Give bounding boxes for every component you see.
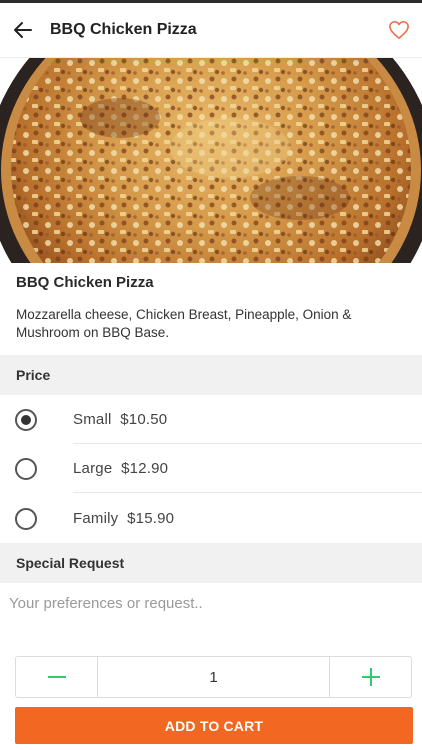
radio-button[interactable] [15,457,37,480]
option-size: Family [73,510,119,527]
heart-outline-icon [389,21,409,39]
price-option-label: Family $15.90 [73,510,174,527]
price-option-label: Small $10.50 [73,411,167,428]
radio-dot [21,414,31,425]
app-header: BBQ Chicken Pizza [0,3,422,58]
quantity-stepper: 1 [15,656,412,698]
price-section-title: Price [16,367,51,383]
option-size: Small [73,411,112,428]
favorite-button[interactable] [376,3,422,58]
price-option-label: Large $12.90 [73,460,168,477]
quantity-value: 1 [209,668,218,686]
minus-icon [47,676,66,678]
decrease-quantity-button[interactable] [16,657,98,697]
product-name: BBQ Chicken Pizza [16,274,154,291]
option-size: Large [73,460,113,477]
page-title: BBQ Chicken Pizza [50,21,197,38]
pizza-photo [0,58,422,263]
option-price: $12.90 [121,460,169,477]
option-price: $10.50 [120,411,168,428]
price-option-family[interactable]: Family $15.90 [0,494,422,543]
special-request-input[interactable] [0,583,422,623]
special-request-header: Special Request [0,543,422,583]
price-option-large[interactable]: Large $12.90 [0,444,422,493]
product-description: Mozzarella cheese, Chicken Breast, Pinea… [16,307,352,340]
increase-quantity-button[interactable] [329,657,411,697]
special-request-title: Special Request [16,555,125,571]
back-button[interactable] [0,3,46,58]
add-to-cart-button[interactable]: ADD TO CART [15,707,413,744]
arrow-left-icon [14,22,32,38]
option-price: $15.90 [127,510,175,527]
plus-icon [361,668,380,686]
radio-button[interactable] [15,507,37,530]
option-divider [73,492,422,493]
price-section-header: Price [0,355,422,395]
price-option-small[interactable]: Small $10.50 [0,395,422,444]
pizza-image [0,58,422,263]
radio-button-selected[interactable] [15,408,37,431]
